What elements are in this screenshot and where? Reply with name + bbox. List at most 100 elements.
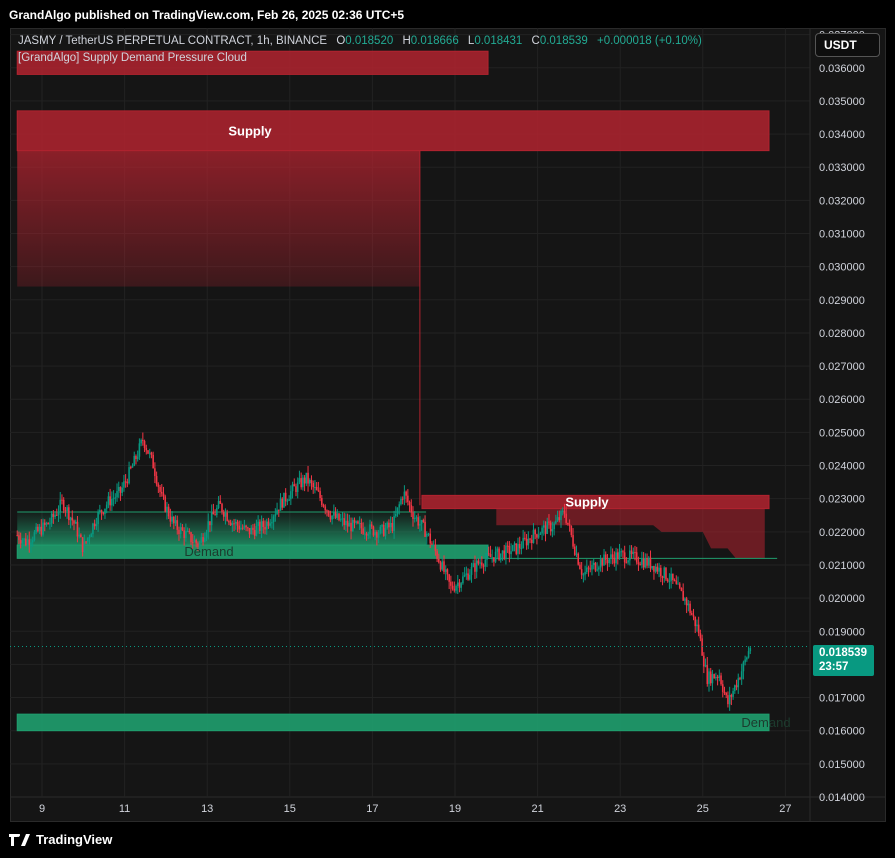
x-tick-label: 23: [614, 803, 626, 815]
symbol-title[interactable]: JASMY / TetherUS PERPETUAL CONTRACT, 1h,…: [18, 35, 327, 47]
y-tick-label: 0.028000: [819, 328, 865, 340]
candle-body: [214, 514, 216, 516]
candle-body: [407, 495, 409, 503]
candle-body: [353, 519, 356, 523]
candle-body: [358, 523, 361, 525]
candle-body: [444, 569, 447, 572]
candle-body: [255, 525, 258, 536]
candle-body: [74, 521, 77, 524]
candle-body: [264, 527, 266, 530]
candle-body: [138, 443, 141, 457]
candle-body: [322, 504, 325, 507]
candle-body: [296, 482, 299, 492]
candle-body: [425, 533, 428, 537]
candle-body: [635, 552, 638, 563]
candle-body: [124, 481, 127, 483]
candle-body: [202, 537, 204, 542]
candle-body: [200, 537, 203, 543]
candle-body: [369, 524, 371, 535]
y-tick-label: 0.026000: [819, 394, 865, 406]
candle-body: [310, 479, 313, 483]
candle-body: [327, 510, 330, 516]
candle-body: [229, 522, 232, 526]
candle-body: [589, 568, 592, 570]
candle-body: [677, 583, 679, 585]
candle-body: [37, 526, 39, 532]
candle-body: [637, 562, 640, 565]
candle-body: [665, 567, 667, 580]
high-value: 0.018666: [410, 35, 459, 47]
candle-body: [549, 522, 552, 532]
candle-body: [357, 521, 359, 524]
candle-body: [259, 521, 261, 531]
candle-body: [656, 566, 659, 572]
tradingview-logo[interactable]: TradingView: [9, 832, 112, 847]
ohlc-legend: JASMY / TetherUS PERPETUAL CONTRACT, 1h,…: [18, 35, 702, 47]
candle-body: [26, 539, 29, 546]
candle-body: [97, 512, 99, 525]
candle-body: [171, 516, 173, 522]
y-tick-label: 0.016000: [819, 726, 865, 738]
candle-body: [470, 566, 473, 575]
candle-body: [339, 519, 342, 521]
y-tick-label: 0.019000: [819, 626, 865, 638]
candle-body: [630, 550, 633, 555]
candle-body: [207, 521, 210, 533]
candle-body: [620, 551, 623, 553]
candle-body: [21, 540, 24, 544]
candle-body: [329, 515, 332, 520]
candle-body: [525, 538, 528, 546]
candle-body: [250, 527, 253, 535]
candle-body: [228, 520, 230, 523]
candle-body: [455, 586, 457, 591]
candle-body: [61, 499, 63, 501]
candle-body: [551, 529, 554, 532]
candle-body: [388, 522, 390, 528]
candle-body: [38, 526, 41, 532]
candle-body: [345, 520, 347, 526]
candle-body: [389, 522, 392, 528]
candle-body: [114, 497, 117, 499]
candle-body: [579, 564, 581, 570]
candle-body: [173, 516, 175, 524]
candle-body: [692, 614, 695, 617]
candle-body: [28, 539, 31, 545]
candle-body: [744, 659, 746, 663]
candle-body: [632, 552, 635, 555]
candle-body: [167, 506, 170, 517]
currency-button[interactable]: USDT: [815, 33, 880, 57]
candle-body: [314, 486, 316, 488]
indicator-legend[interactable]: [GrandAlgo] Supply Demand Pressure Cloud: [18, 52, 247, 64]
candle-body: [482, 565, 485, 567]
y-tick-label: 0.021000: [819, 560, 865, 572]
candle-body: [355, 521, 358, 523]
candle-body: [649, 557, 652, 569]
candle-body: [673, 579, 676, 581]
candle-body: [616, 552, 619, 560]
candle-body: [100, 510, 103, 513]
candle-body: [272, 516, 275, 523]
candle-body: [111, 498, 113, 506]
candle-body: [732, 691, 734, 697]
last-price-value: 0.018539: [819, 647, 867, 659]
candle-body: [377, 533, 380, 538]
candle-body: [441, 561, 444, 570]
candle-body: [45, 522, 48, 525]
candle-body: [298, 478, 301, 483]
candle-body: [66, 507, 68, 511]
candle-body: [456, 582, 459, 587]
candle-body: [539, 533, 542, 535]
candle-body: [238, 525, 241, 530]
candle-body: [277, 509, 280, 511]
candle-body: [233, 523, 235, 525]
candle-body: [81, 537, 84, 553]
candle-body: [403, 491, 406, 500]
candle-body: [162, 493, 165, 497]
candle-body: [217, 501, 220, 508]
candle-body: [295, 486, 297, 492]
candle-body: [400, 498, 402, 505]
candle-body: [518, 543, 521, 549]
candle-body: [568, 524, 571, 526]
y-tick-label: 0.034000: [819, 129, 865, 141]
candle-body: [191, 542, 194, 544]
